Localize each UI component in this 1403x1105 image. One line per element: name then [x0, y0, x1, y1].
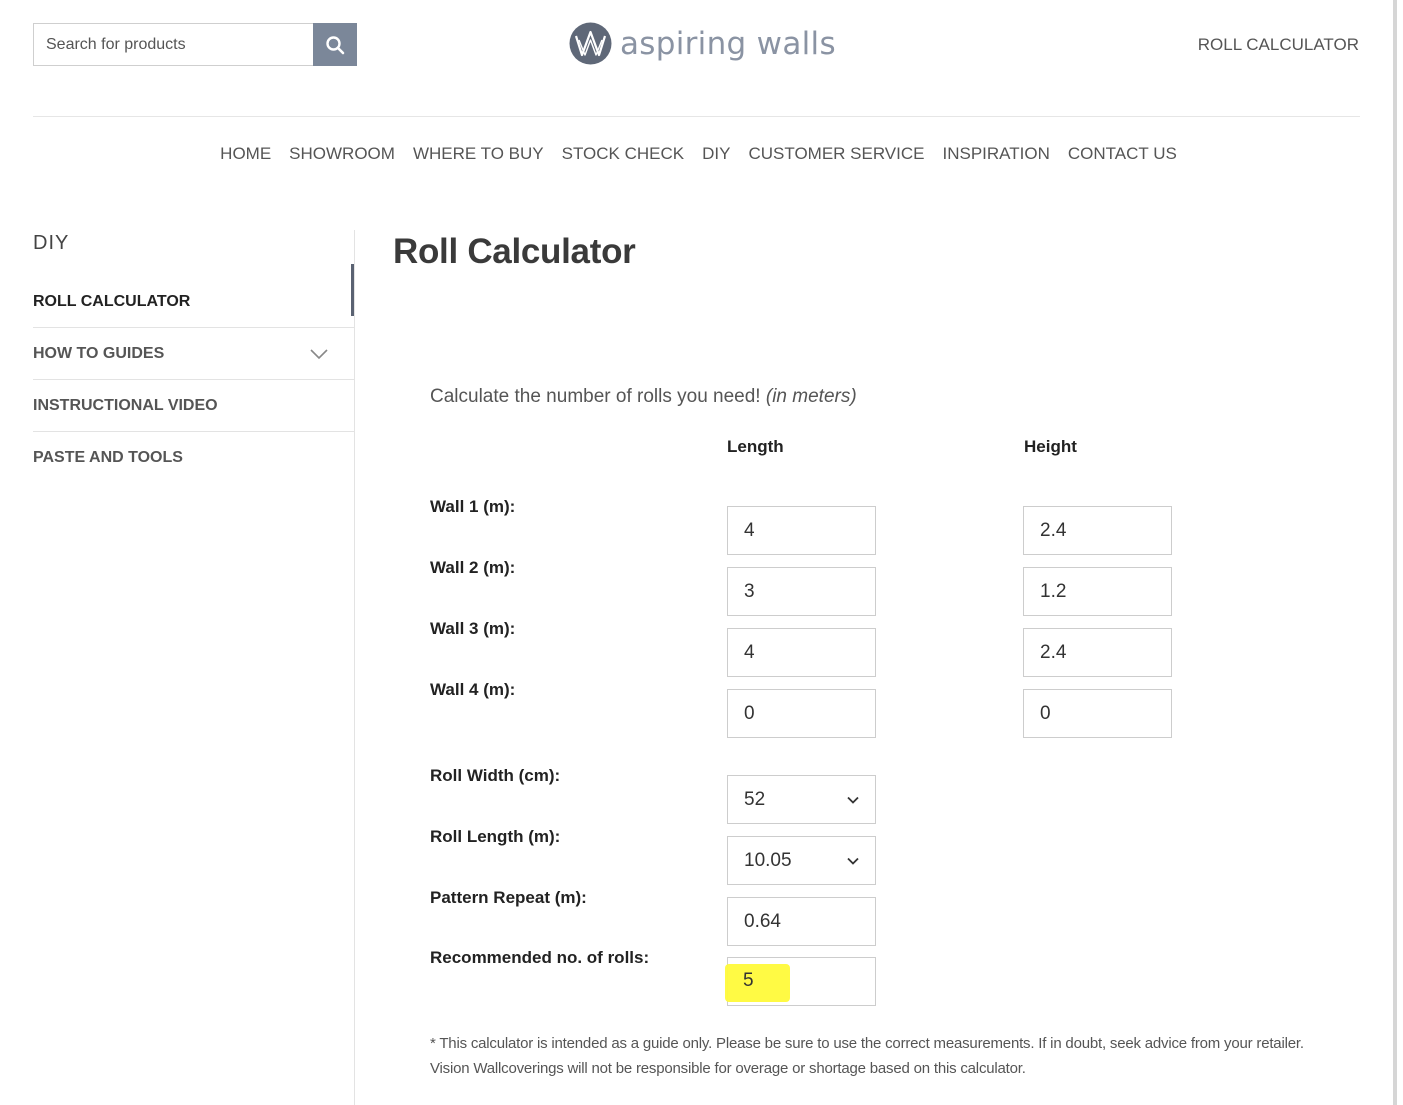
- sidebar-item-roll-calculator[interactable]: ROLL CALCULATOR: [33, 276, 355, 328]
- search-button[interactable]: [313, 23, 357, 66]
- header-divider: [33, 116, 1360, 117]
- wall-2-height-input[interactable]: [1023, 567, 1172, 616]
- roll-calculator-link[interactable]: ROLL CALCULATOR: [1198, 35, 1359, 55]
- roll-width-value: 52: [744, 788, 766, 810]
- chevron-down-icon: [847, 857, 859, 865]
- logo-text: aspiring walls: [620, 25, 836, 62]
- roll-length-value: 10.05: [744, 849, 792, 871]
- wall-3-length-input[interactable]: [727, 628, 876, 677]
- chevron-down-icon[interactable]: [309, 348, 329, 360]
- sidebar-item-paste-and-tools[interactable]: PASTE AND TOOLS: [33, 432, 355, 484]
- main-nav: HOME SHOWROOM WHERE TO BUY STOCK CHECK D…: [0, 144, 1397, 164]
- sidebar-title: DIY: [33, 232, 70, 254]
- disclaimer-text: * This calculator is intended as a guide…: [430, 1035, 1304, 1077]
- wall-2-label: Wall 2 (m):: [430, 558, 516, 577]
- intro-units: (in meters): [765, 386, 857, 407]
- logo[interactable]: aspiring walls: [569, 22, 836, 65]
- sidebar: DIY ROLL CALCULATOR HOW TO GUIDES INSTRU…: [33, 230, 355, 484]
- result-highlight: [725, 964, 790, 1002]
- nav-where-to-buy[interactable]: WHERE TO BUY: [404, 144, 553, 164]
- nav-home[interactable]: HOME: [211, 144, 280, 164]
- roll-width-select[interactable]: 52: [727, 775, 876, 824]
- search-input[interactable]: [33, 23, 313, 66]
- wall-1-label: Wall 1 (m):: [430, 497, 516, 516]
- nav-customer-service[interactable]: CUSTOMER SERVICE: [739, 144, 933, 164]
- nav-stock-check[interactable]: STOCK CHECK: [553, 144, 694, 164]
- intro-text: Calculate the number of rolls you need!: [430, 386, 761, 407]
- wall-2-length-input[interactable]: [727, 567, 876, 616]
- sidebar-item-how-to-guides[interactable]: HOW TO GUIDES: [33, 328, 355, 380]
- sidebar-item-label: INSTRUCTIONAL VIDEO: [33, 396, 218, 414]
- page-frame: [0, 0, 1397, 1105]
- page-title: Roll Calculator: [393, 232, 636, 271]
- wall-3-label: Wall 3 (m):: [430, 619, 516, 638]
- recommended-rolls-value: 5: [743, 970, 754, 991]
- length-column-header: Length: [727, 437, 784, 456]
- sidebar-item-label: PASTE AND TOOLS: [33, 449, 183, 466]
- roll-width-label: Roll Width (cm):: [430, 766, 561, 785]
- wall-1-height-input[interactable]: [1023, 506, 1172, 555]
- roll-length-label: Roll Length (m):: [430, 827, 561, 846]
- wall-3-height-input[interactable]: [1023, 628, 1172, 677]
- nav-showroom[interactable]: SHOWROOM: [280, 144, 404, 164]
- wall-4-height-input[interactable]: [1023, 689, 1172, 738]
- search-icon: [326, 35, 345, 54]
- pattern-repeat-input[interactable]: [727, 897, 876, 946]
- sidebar-item-label: ROLL CALCULATOR: [33, 292, 191, 310]
- sidebar-item-label: HOW TO GUIDES: [33, 344, 165, 362]
- pattern-repeat-label: Pattern Repeat (m):: [430, 888, 587, 907]
- active-indicator: [351, 264, 354, 316]
- wall-4-label: Wall 4 (m):: [430, 680, 516, 699]
- nav-diy[interactable]: DIY: [693, 144, 739, 164]
- height-column-header: Height: [1024, 437, 1077, 456]
- logo-icon: [569, 22, 612, 65]
- sidebar-divider: [354, 230, 355, 1105]
- nav-inspiration[interactable]: INSPIRATION: [934, 144, 1059, 164]
- calculator-intro: Calculate the number of rolls you need! …: [430, 386, 857, 408]
- chevron-down-icon: [847, 796, 859, 804]
- sidebar-item-instructional-video[interactable]: INSTRUCTIONAL VIDEO: [33, 380, 355, 432]
- wall-4-length-input[interactable]: [727, 689, 876, 738]
- nav-contact-us[interactable]: CONTACT US: [1059, 144, 1186, 164]
- recommended-rolls-label: Recommended no. of rolls:: [430, 948, 650, 967]
- wall-1-length-input[interactable]: [727, 506, 876, 555]
- roll-length-select[interactable]: 10.05: [727, 836, 876, 885]
